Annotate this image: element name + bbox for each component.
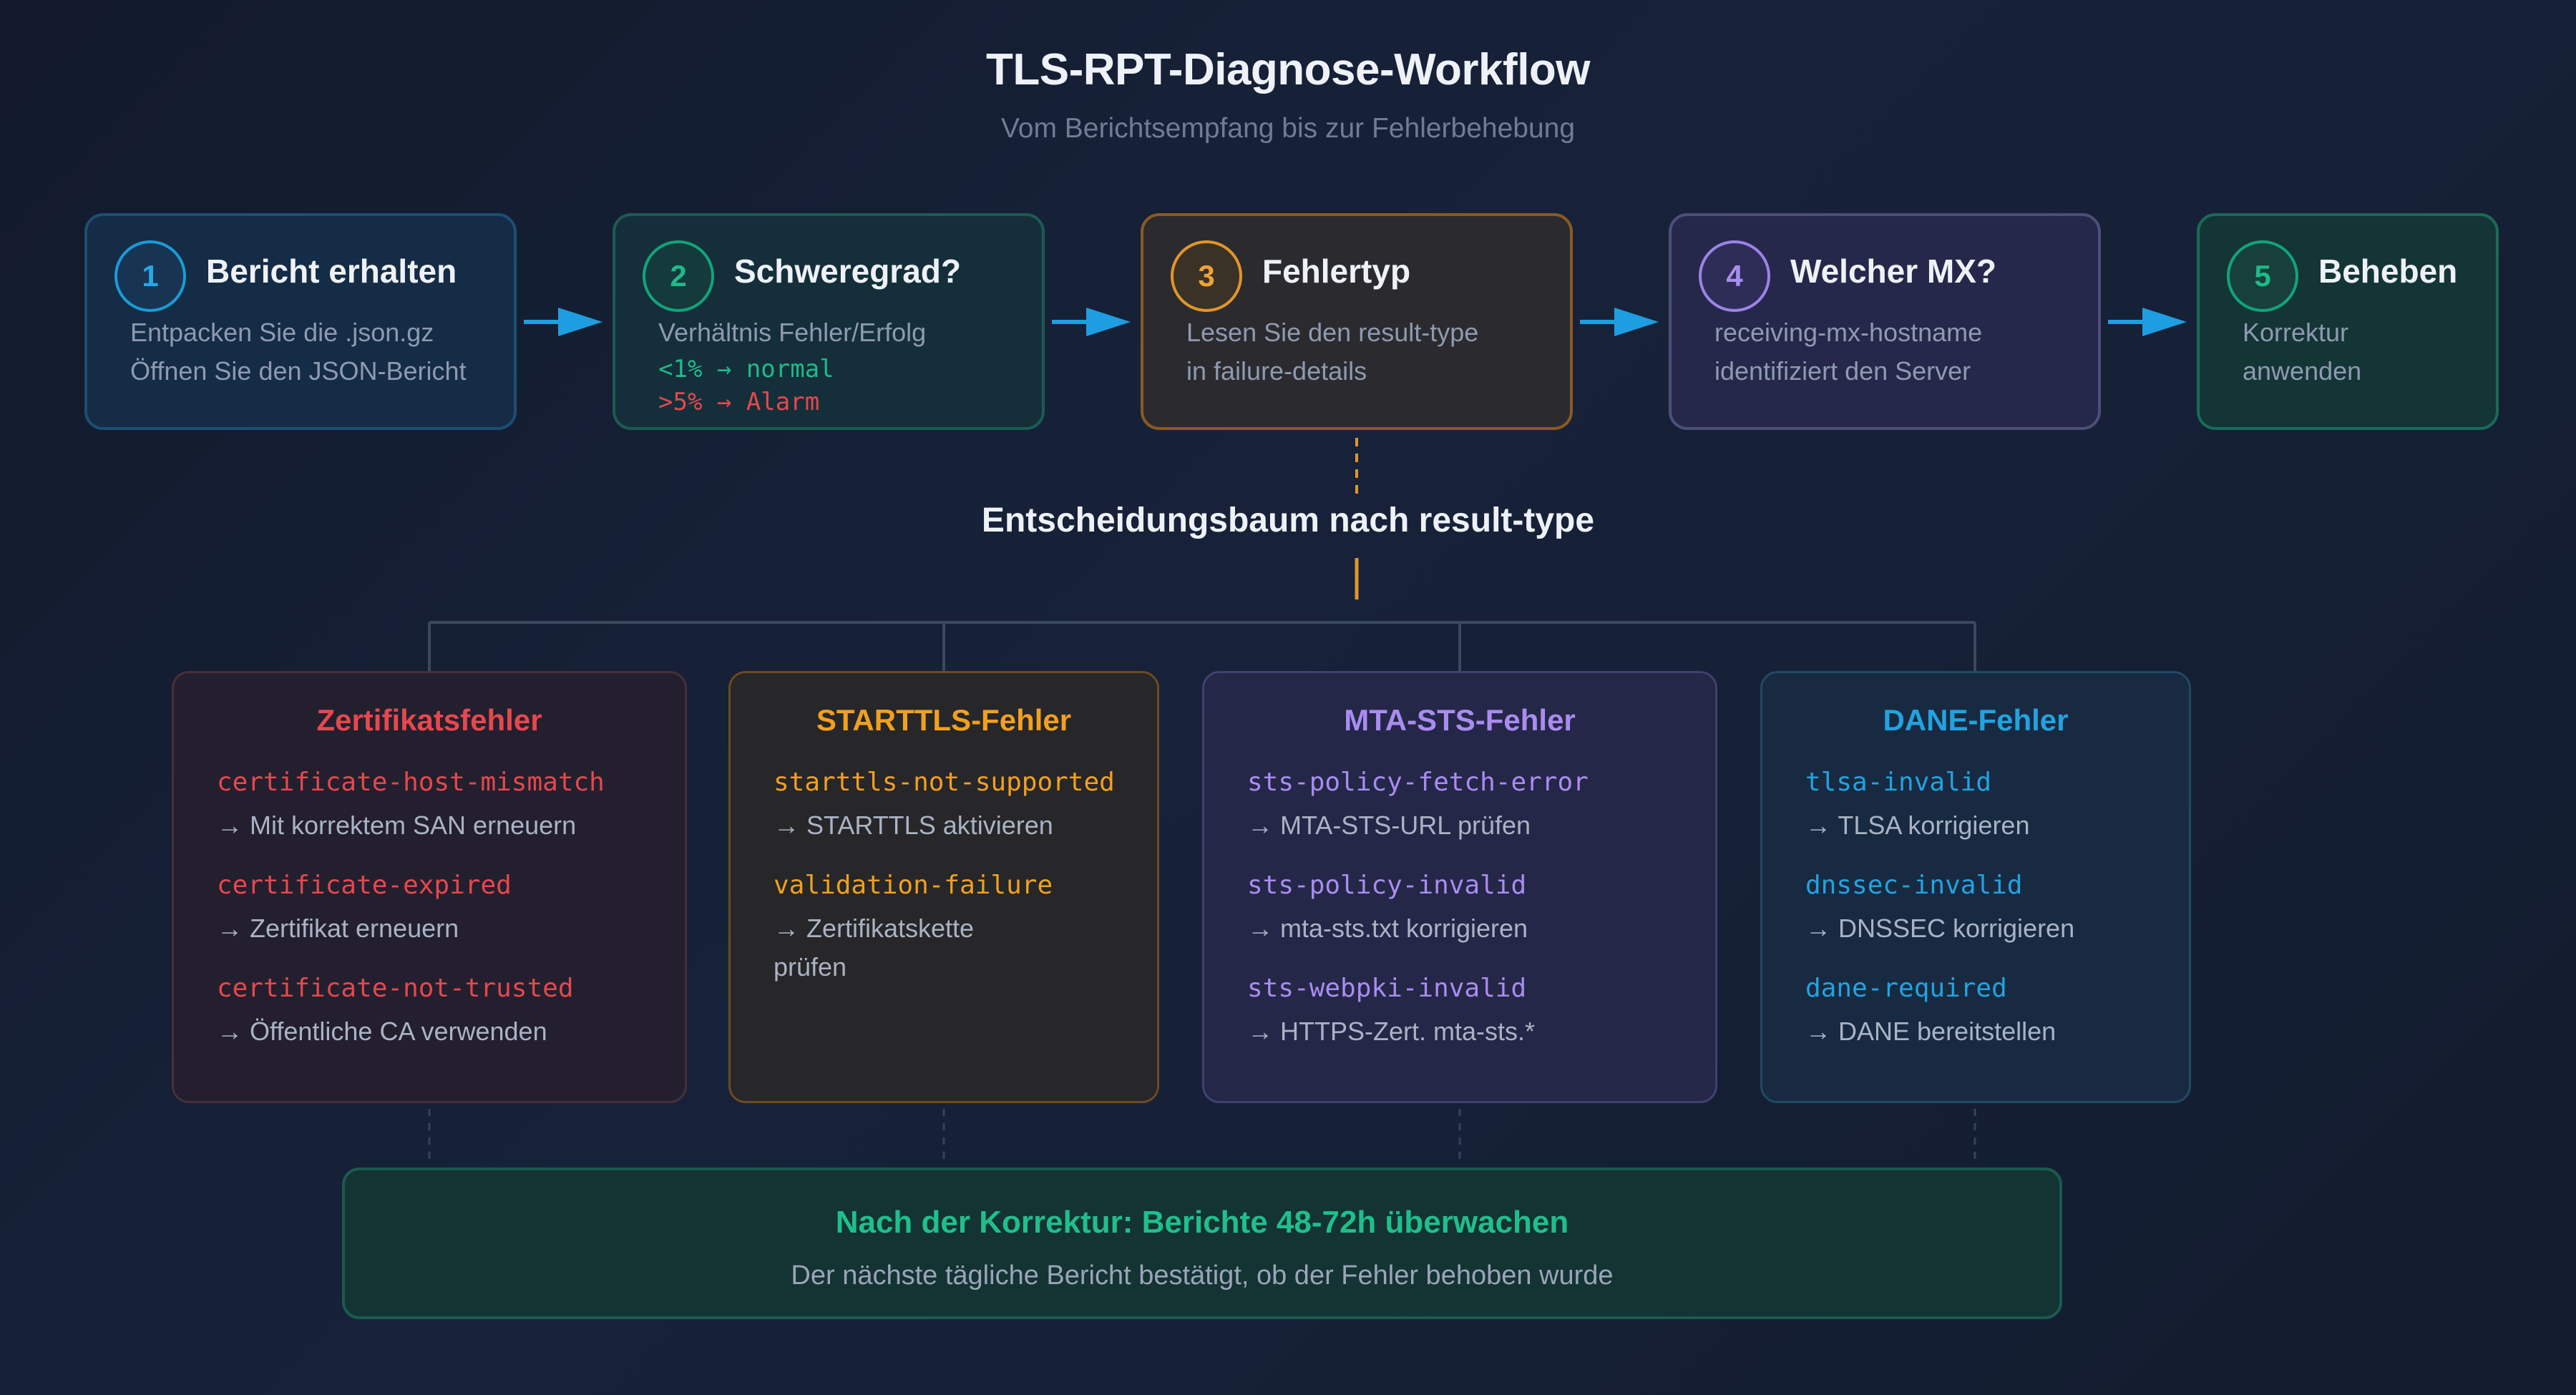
- result-type-code: tlsa-invalid: [1805, 768, 1992, 797]
- step-text: Lesen Sie den result-type: [1186, 318, 1479, 347]
- result-type-code: sts-policy-invalid: [1247, 871, 1527, 900]
- result-type-code: sts-policy-fetch-error: [1247, 768, 1589, 797]
- category-card-mta-sts: MTA-STS-Fehler sts-policy-fetch-error → …: [1202, 671, 1717, 1103]
- result-type-code: dane-required: [1805, 974, 2007, 1003]
- page-title: TLS-RPT-Diagnose-Workflow: [985, 45, 1591, 94]
- result-type-code: dnssec-invalid: [1805, 871, 2023, 900]
- page-subtitle: Vom Berichtsempfang bis zur Fehlerbehebu…: [1000, 113, 1576, 144]
- remedy-text: → DANE bereitstellen: [1805, 1017, 2057, 1046]
- monitoring-note-subtitle: Der nächste tägliche Bericht bestätigt, …: [791, 1261, 1614, 1291]
- remedy-text: → Zertifikatskette: [774, 914, 975, 943]
- monitoring-note-title: Nach der Korrektur: Berichte 48-72h über…: [835, 1205, 1569, 1240]
- step-card-2: 2 Schweregrad? Verhältnis Fehler/Erfolg …: [613, 213, 1045, 430]
- step-text: receiving-mx-hostname: [1714, 318, 1983, 347]
- step-card-4: 4 Welcher MX? receiving-mx-hostname iden…: [1669, 213, 2101, 430]
- step-title: Welcher MX?: [1790, 253, 1996, 290]
- category-title: MTA-STS-Fehler: [1344, 703, 1576, 737]
- arrow-2-3-head: [1086, 308, 1131, 336]
- result-type-code: certificate-expired: [217, 871, 512, 900]
- severity-alarm-text: >5% → Alarm: [658, 388, 820, 416]
- remedy-text-continued: prüfen: [774, 952, 847, 982]
- severity-normal-text: <1% → normal: [658, 355, 834, 383]
- remedy-text: → Öffentliche CA verwenden: [217, 1017, 547, 1046]
- remedy-text: → Zertifikat erneuern: [217, 914, 459, 943]
- remedy-text: → mta-sts.txt korrigieren: [1247, 914, 1528, 943]
- result-type-code: validation-failure: [774, 871, 1053, 900]
- category-title: DANE-Fehler: [1883, 703, 2069, 737]
- step-title: Beheben: [2318, 253, 2458, 290]
- arrow-3-4-head: [1614, 308, 1659, 336]
- step-card-3: 3 Fehlertyp Lesen Sie den result-type in…: [1141, 213, 1573, 430]
- step-number-badge: 1: [114, 240, 186, 312]
- step-text: in failure-details: [1186, 356, 1367, 386]
- step-title: Bericht erhalten: [206, 253, 457, 290]
- remedy-text: → STARTTLS aktivieren: [774, 811, 1053, 840]
- step-text: identifiziert den Server: [1714, 356, 1971, 386]
- step-number-badge: 5: [2227, 240, 2298, 312]
- remedy-text: → MTA-STS-URL prüfen: [1247, 811, 1531, 840]
- remedy-text: → HTTPS-Zert. mta-sts.*: [1247, 1017, 1536, 1046]
- result-type-code: certificate-host-mismatch: [217, 768, 605, 797]
- remedy-text: → DNSSEC korrigieren: [1805, 914, 2075, 943]
- tree-branches: [428, 621, 1976, 671]
- step-text: anwenden: [2243, 356, 2362, 386]
- footer-dashed-links: [428, 1109, 1976, 1166]
- category-card-dane: DANE-Fehler tlsa-invalid → TLSA korrigie…: [1760, 671, 2191, 1103]
- category-card-starttls: STARTTLS-Fehler starttls-not-supported →…: [728, 671, 1159, 1103]
- arrow-4-5-head: [2142, 308, 2187, 336]
- step-number-badge: 2: [643, 240, 714, 312]
- step-number-badge: 3: [1171, 240, 1242, 312]
- category-card-certificate: Zertifikatsfehler certificate-host-misma…: [172, 671, 687, 1103]
- step-title: Schweregrad?: [734, 253, 961, 290]
- monitoring-note-box: Nach der Korrektur: Berichte 48-72h über…: [342, 1168, 2062, 1319]
- result-type-code: starttls-not-supported: [774, 768, 1115, 797]
- arrow-1-2-head: [558, 308, 602, 336]
- category-title: Zertifikatsfehler: [316, 703, 542, 737]
- result-type-code: sts-webpki-invalid: [1247, 974, 1527, 1003]
- step-card-1: 1 Bericht erhalten Entpacken Sie die .js…: [84, 213, 517, 430]
- remedy-text: → Mit korrektem SAN erneuern: [217, 811, 577, 840]
- step-card-5: 5 Beheben Korrektur anwenden: [2197, 213, 2499, 430]
- category-title: STARTTLS-Fehler: [816, 703, 1072, 737]
- remedy-text: → TLSA korrigieren: [1805, 811, 2030, 840]
- step-title: Fehlertyp: [1262, 253, 1411, 290]
- step-text: Entpacken Sie die .json.gz: [130, 318, 434, 347]
- step-text: Verhältnis Fehler/Erfolg: [658, 318, 927, 347]
- step-number-badge: 4: [1699, 240, 1770, 312]
- decision-tree-heading: Entscheidungsbaum nach result-type: [981, 501, 1595, 539]
- step-text: Korrektur: [2243, 318, 2349, 347]
- step-text: Öffnen Sie den JSON-Bericht: [130, 356, 467, 386]
- result-type-code: certificate-not-trusted: [217, 974, 574, 1003]
